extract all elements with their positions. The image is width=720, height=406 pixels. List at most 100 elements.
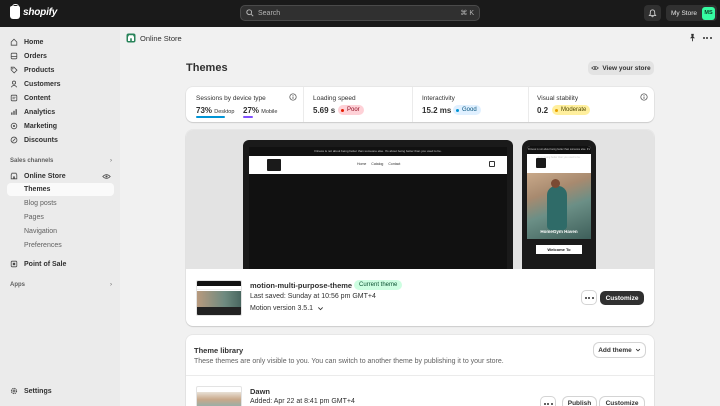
add-theme-button[interactable]: Add theme: [594, 343, 645, 357]
sidebar-item-analytics[interactable]: Analytics: [7, 106, 114, 118]
sidebar-item-label: Products: [24, 66, 55, 74]
search-shortcut: ⌘ K: [460, 10, 474, 17]
page-title: Themes: [186, 62, 228, 74]
sidebar-item-label: Content: [24, 94, 51, 102]
current-theme-badge: Current theme: [354, 280, 403, 290]
sidebar-subitem-label: Preferences: [24, 242, 62, 249]
hero-person-head: [551, 179, 560, 188]
sidebar-item-customers[interactable]: Customers: [7, 78, 114, 90]
apps-label: Apps: [10, 282, 25, 288]
info-icon[interactable]: [289, 93, 297, 101]
bell-icon: [648, 8, 657, 17]
sidebar-subitem-themes[interactable]: Themes: [7, 183, 114, 196]
eye-icon[interactable]: [102, 173, 111, 180]
interactivity-metric[interactable]: Interactivity 15.2 ms Good: [413, 87, 528, 122]
search-icon: [246, 9, 254, 17]
sidebar-subitem-blog-posts[interactable]: Blog posts: [7, 197, 114, 210]
theme-name: Dawn: [250, 387, 271, 396]
sidebar-subitem-label: Pages: [24, 214, 44, 221]
gear-icon: [10, 387, 18, 395]
apps-header[interactable]: Apps ›: [10, 282, 112, 288]
info-icon[interactable]: [640, 93, 648, 101]
store-menu-button[interactable]: My Store MS: [666, 5, 717, 21]
more-actions-icon[interactable]: [702, 33, 712, 43]
sidebar-item-marketing[interactable]: Marketing: [7, 120, 114, 132]
desktop-percent: 73% Desktop: [196, 106, 235, 115]
online-store-app-icon: [126, 33, 136, 43]
sidebar-item-label: Analytics: [24, 108, 56, 116]
sidebar-item-content[interactable]: Content: [7, 92, 114, 104]
theme-version-dropdown[interactable]: Motion version 3.5.1: [250, 305, 324, 312]
app-header: Online Store: [120, 27, 720, 49]
home-icon: [10, 38, 18, 46]
person-icon: [10, 80, 18, 88]
eye-icon: [591, 66, 600, 70]
shopify-logo[interactable]: shopify: [10, 4, 57, 19]
preview-nav-links: Home Catalog Contact: [357, 162, 401, 166]
top-bar: shopify Search ⌘ K My Store MS: [0, 0, 720, 27]
interactivity-label: Interactivity: [422, 95, 455, 102]
status-badge-poor: Poor: [338, 105, 364, 115]
avatar: MS: [702, 6, 715, 20]
sidebar-item-orders[interactable]: Orders: [7, 50, 114, 62]
sidebar-item-label: Discounts: [24, 136, 58, 144]
sales-channels-header[interactable]: Sales channels ›: [10, 158, 112, 164]
mobile-preview: Fitness is not about being better than s…: [522, 140, 596, 269]
target-icon: [10, 122, 18, 130]
pin-icon[interactable]: [688, 33, 697, 42]
sessions-metric[interactable]: Sessions by device type 73% Desktop 27% …: [186, 87, 303, 122]
theme-actions-button[interactable]: [582, 291, 596, 304]
theme-library-description: These themes are only visible to you. Yo…: [194, 358, 504, 365]
sidebar-item-label: Home: [24, 38, 44, 46]
customize-button[interactable]: Customize: [600, 397, 644, 406]
search-placeholder: Search: [258, 9, 281, 17]
visual-stability-metric[interactable]: Visual stability 0.2 Moderate: [529, 87, 654, 122]
sidebar-subitem-navigation[interactable]: Navigation: [7, 225, 114, 238]
hero-person: [547, 186, 567, 230]
sidebar-item-products[interactable]: Products: [7, 64, 114, 76]
theme-actions-button[interactable]: [541, 397, 555, 406]
sidebar-item-label: Orders: [24, 52, 47, 60]
chart-icon: [11, 109, 17, 115]
mobile-bar: [243, 116, 253, 118]
current-theme-card: Fitness is not about being better than s…: [186, 130, 654, 326]
announcement-bar: Fitness is not about being better than s…: [249, 147, 507, 155]
app-title: Online Store: [140, 34, 182, 43]
notifications-button[interactable]: [644, 5, 661, 21]
theme-library-title: Theme library: [194, 346, 244, 355]
sidebar-item-home[interactable]: Home: [7, 36, 114, 48]
mobile-screen: Fitness is not about being better than s…: [527, 146, 591, 269]
search-input[interactable]: Search ⌘ K: [240, 5, 480, 21]
sidebar-item-label: Settings: [24, 387, 52, 395]
sidebar-subitem-preferences[interactable]: Preferences: [7, 239, 114, 252]
pos-icon: [10, 260, 18, 268]
loading-speed-metric[interactable]: Loading speed 5.69 s Poor: [304, 87, 412, 122]
sidebar-item-settings[interactable]: Settings: [7, 385, 114, 397]
divider: [186, 375, 654, 376]
theme-preview[interactable]: Fitness is not about being better than s…: [186, 130, 654, 269]
status-badge-good: Good: [453, 105, 481, 115]
customize-button[interactable]: Customize: [600, 291, 644, 305]
chevron-down-icon: [635, 348, 640, 352]
view-store-label: View your store: [602, 64, 651, 72]
sidebar-item-discounts[interactable]: Discounts: [7, 134, 114, 146]
content-icon: [10, 94, 18, 102]
loading-value: 5.69 s: [313, 106, 336, 115]
sidebar-subitem-pages[interactable]: Pages: [7, 211, 114, 224]
desktop-preview: Fitness is not about being better than s…: [243, 140, 513, 269]
interactivity-value: 15.2 ms: [422, 106, 452, 115]
publish-button[interactable]: Publish: [563, 397, 596, 406]
theme-thumbnail: [196, 386, 242, 406]
sidebar-subitem-label: Navigation: [24, 228, 58, 235]
sidebar-item-point-of-sale[interactable]: Point of Sale: [7, 258, 114, 270]
performance-metrics-card: Sessions by device type 73% Desktop 27% …: [186, 87, 654, 122]
discount-icon: [10, 136, 18, 144]
sales-channels-label: Sales channels: [10, 158, 54, 164]
tag-icon: [10, 66, 18, 74]
sessions-label: Sessions by device type: [196, 95, 266, 102]
preview-logo: [267, 159, 281, 171]
sidebar-item-online-store[interactable]: Online Store: [7, 170, 114, 182]
sidebar: Home Orders Products Customers Content A…: [0, 27, 120, 406]
view-store-button[interactable]: View your store: [588, 61, 654, 75]
store-name: My Store: [671, 9, 698, 17]
